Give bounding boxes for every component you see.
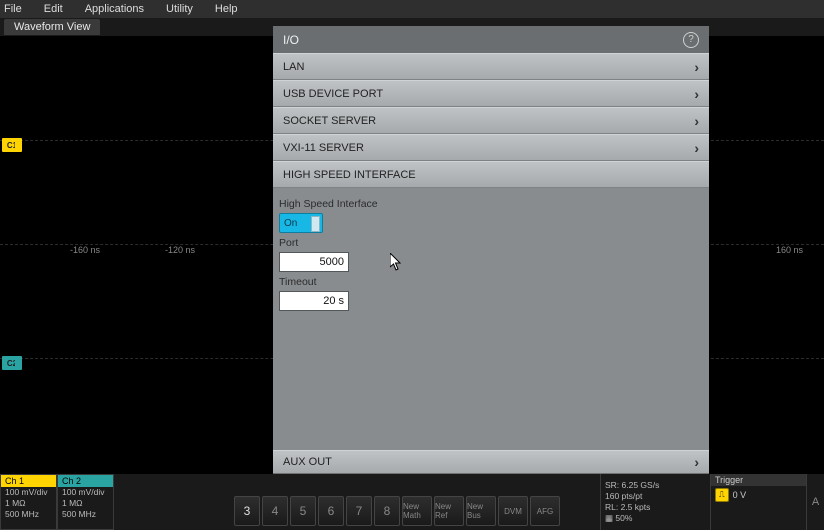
ch2-bw: 500 MHz (58, 509, 113, 520)
trigger-box[interactable]: Trigger ⎍ 0 V (710, 474, 806, 530)
acq-sr: SR: 6.25 GS/s (605, 480, 706, 491)
channel-box-ch2[interactable]: Ch 2 100 mV/div 1 MΩ 500 MHz (57, 474, 114, 530)
new-ref-button[interactable]: New Ref (434, 496, 464, 526)
nav-vxi-label: VXI-11 SERVER (283, 142, 364, 154)
help-icon[interactable]: ? (683, 32, 699, 48)
menu-applications[interactable]: Applications (85, 3, 144, 15)
ch2-impedance: 1 MΩ (58, 498, 113, 509)
ch1-scale: 100 mV/div (1, 487, 56, 498)
menu-file[interactable]: File (4, 3, 22, 15)
dvm-button[interactable]: DVM (498, 496, 528, 526)
trigger-header: Trigger (711, 474, 806, 486)
trigger-badge: ⎍ (715, 488, 729, 502)
nav-usb-label: USB DEVICE PORT (283, 88, 383, 100)
nav-lan-label: LAN (283, 61, 304, 73)
chevron-right-icon: › (694, 113, 699, 129)
afg-button[interactable]: AFG (530, 496, 560, 526)
menu-help[interactable]: Help (215, 3, 238, 15)
channel-box-ch1[interactable]: Ch 1 100 mV/div 1 MΩ 500 MHz (0, 474, 57, 530)
ch1-impedance: 1 MΩ (1, 498, 56, 509)
menubar: File Edit Applications Utility Help (0, 0, 824, 18)
new-math-button[interactable]: New Math (402, 496, 432, 526)
channel-button-5[interactable]: 5 (290, 496, 316, 526)
io-panel: I/O ? LAN › USB DEVICE PORT › SOCKET SER… (273, 26, 709, 474)
nav-lan[interactable]: LAN › (273, 53, 709, 80)
bottom-bar: Ch 1 100 mV/div 1 MΩ 500 MHz Ch 2 100 mV… (0, 474, 824, 530)
acquisition-box[interactable]: SR: 6.25 GS/s 160 pts/pt RL: 2.5 kpts ▦ … (600, 474, 710, 530)
ch1-bw: 500 MHz (1, 509, 56, 520)
io-panel-header: I/O ? (273, 26, 709, 53)
nav-aux-label: AUX OUT (283, 456, 332, 468)
ch1-header: Ch 1 (1, 475, 56, 487)
acq-pct: ▦ 50% (605, 513, 706, 524)
menu-edit[interactable]: Edit (44, 3, 63, 15)
chevron-right-icon: › (694, 140, 699, 156)
new-bus-button[interactable]: New Bus (466, 496, 496, 526)
nav-aux-out[interactable]: AUX OUT › (273, 450, 709, 474)
channel-button-3[interactable]: 3 (234, 496, 260, 526)
chevron-right-icon: › (694, 454, 699, 470)
channel-button-7[interactable]: 7 (346, 496, 372, 526)
hsi-toggle-label: High Speed Interface (279, 198, 703, 210)
chevron-right-icon: › (694, 59, 699, 75)
acq-pts: 160 pts/pt (605, 491, 706, 502)
channel-button-4[interactable]: 4 (262, 496, 288, 526)
nav-socket-server[interactable]: SOCKET SERVER › (273, 107, 709, 134)
acq-rl: RL: 2.5 kpts (605, 502, 706, 513)
channel-marker-c2[interactable]: C2 (2, 356, 22, 370)
nav-usb-device-port[interactable]: USB DEVICE PORT › (273, 80, 709, 107)
toggle-knob (311, 216, 320, 232)
nav-high-speed-interface[interactable]: HIGH SPEED INTERFACE › (273, 161, 709, 188)
ch2-scale: 100 mV/div (58, 487, 113, 498)
channel-button-6[interactable]: 6 (318, 496, 344, 526)
time-label: 160 ns (776, 245, 803, 255)
channel-marker-c1[interactable]: C1 (2, 138, 22, 152)
hsi-section: High Speed Interface On Port 5000 Timeou… (273, 188, 709, 311)
time-label: -160 ns (70, 245, 100, 255)
nav-vxi11-server[interactable]: VXI-11 SERVER › (273, 134, 709, 161)
port-input[interactable]: 5000 (279, 252, 349, 272)
nav-hsi-label: HIGH SPEED INTERFACE (283, 169, 416, 181)
timeout-label: Timeout (279, 276, 703, 288)
hsi-toggle-text: On (284, 218, 297, 229)
tab-waveform-view[interactable]: Waveform View (4, 19, 100, 35)
chevron-right-icon: › (694, 86, 699, 102)
nav-socket-label: SOCKET SERVER (283, 115, 376, 127)
timeout-input[interactable]: 20 s (279, 291, 349, 311)
a-box[interactable]: A (806, 474, 824, 530)
trigger-value: 0 V (733, 490, 747, 500)
menu-utility[interactable]: Utility (166, 3, 193, 15)
ch2-header: Ch 2 (58, 475, 113, 487)
time-label: -120 ns (165, 245, 195, 255)
io-panel-title: I/O (283, 33, 299, 47)
hsi-toggle[interactable]: On (279, 213, 323, 233)
port-label: Port (279, 237, 703, 249)
channel-button-8[interactable]: 8 (374, 496, 400, 526)
bottom-buttons: 3 4 5 6 7 8 New Math New Ref New Bus DVM… (114, 474, 600, 530)
